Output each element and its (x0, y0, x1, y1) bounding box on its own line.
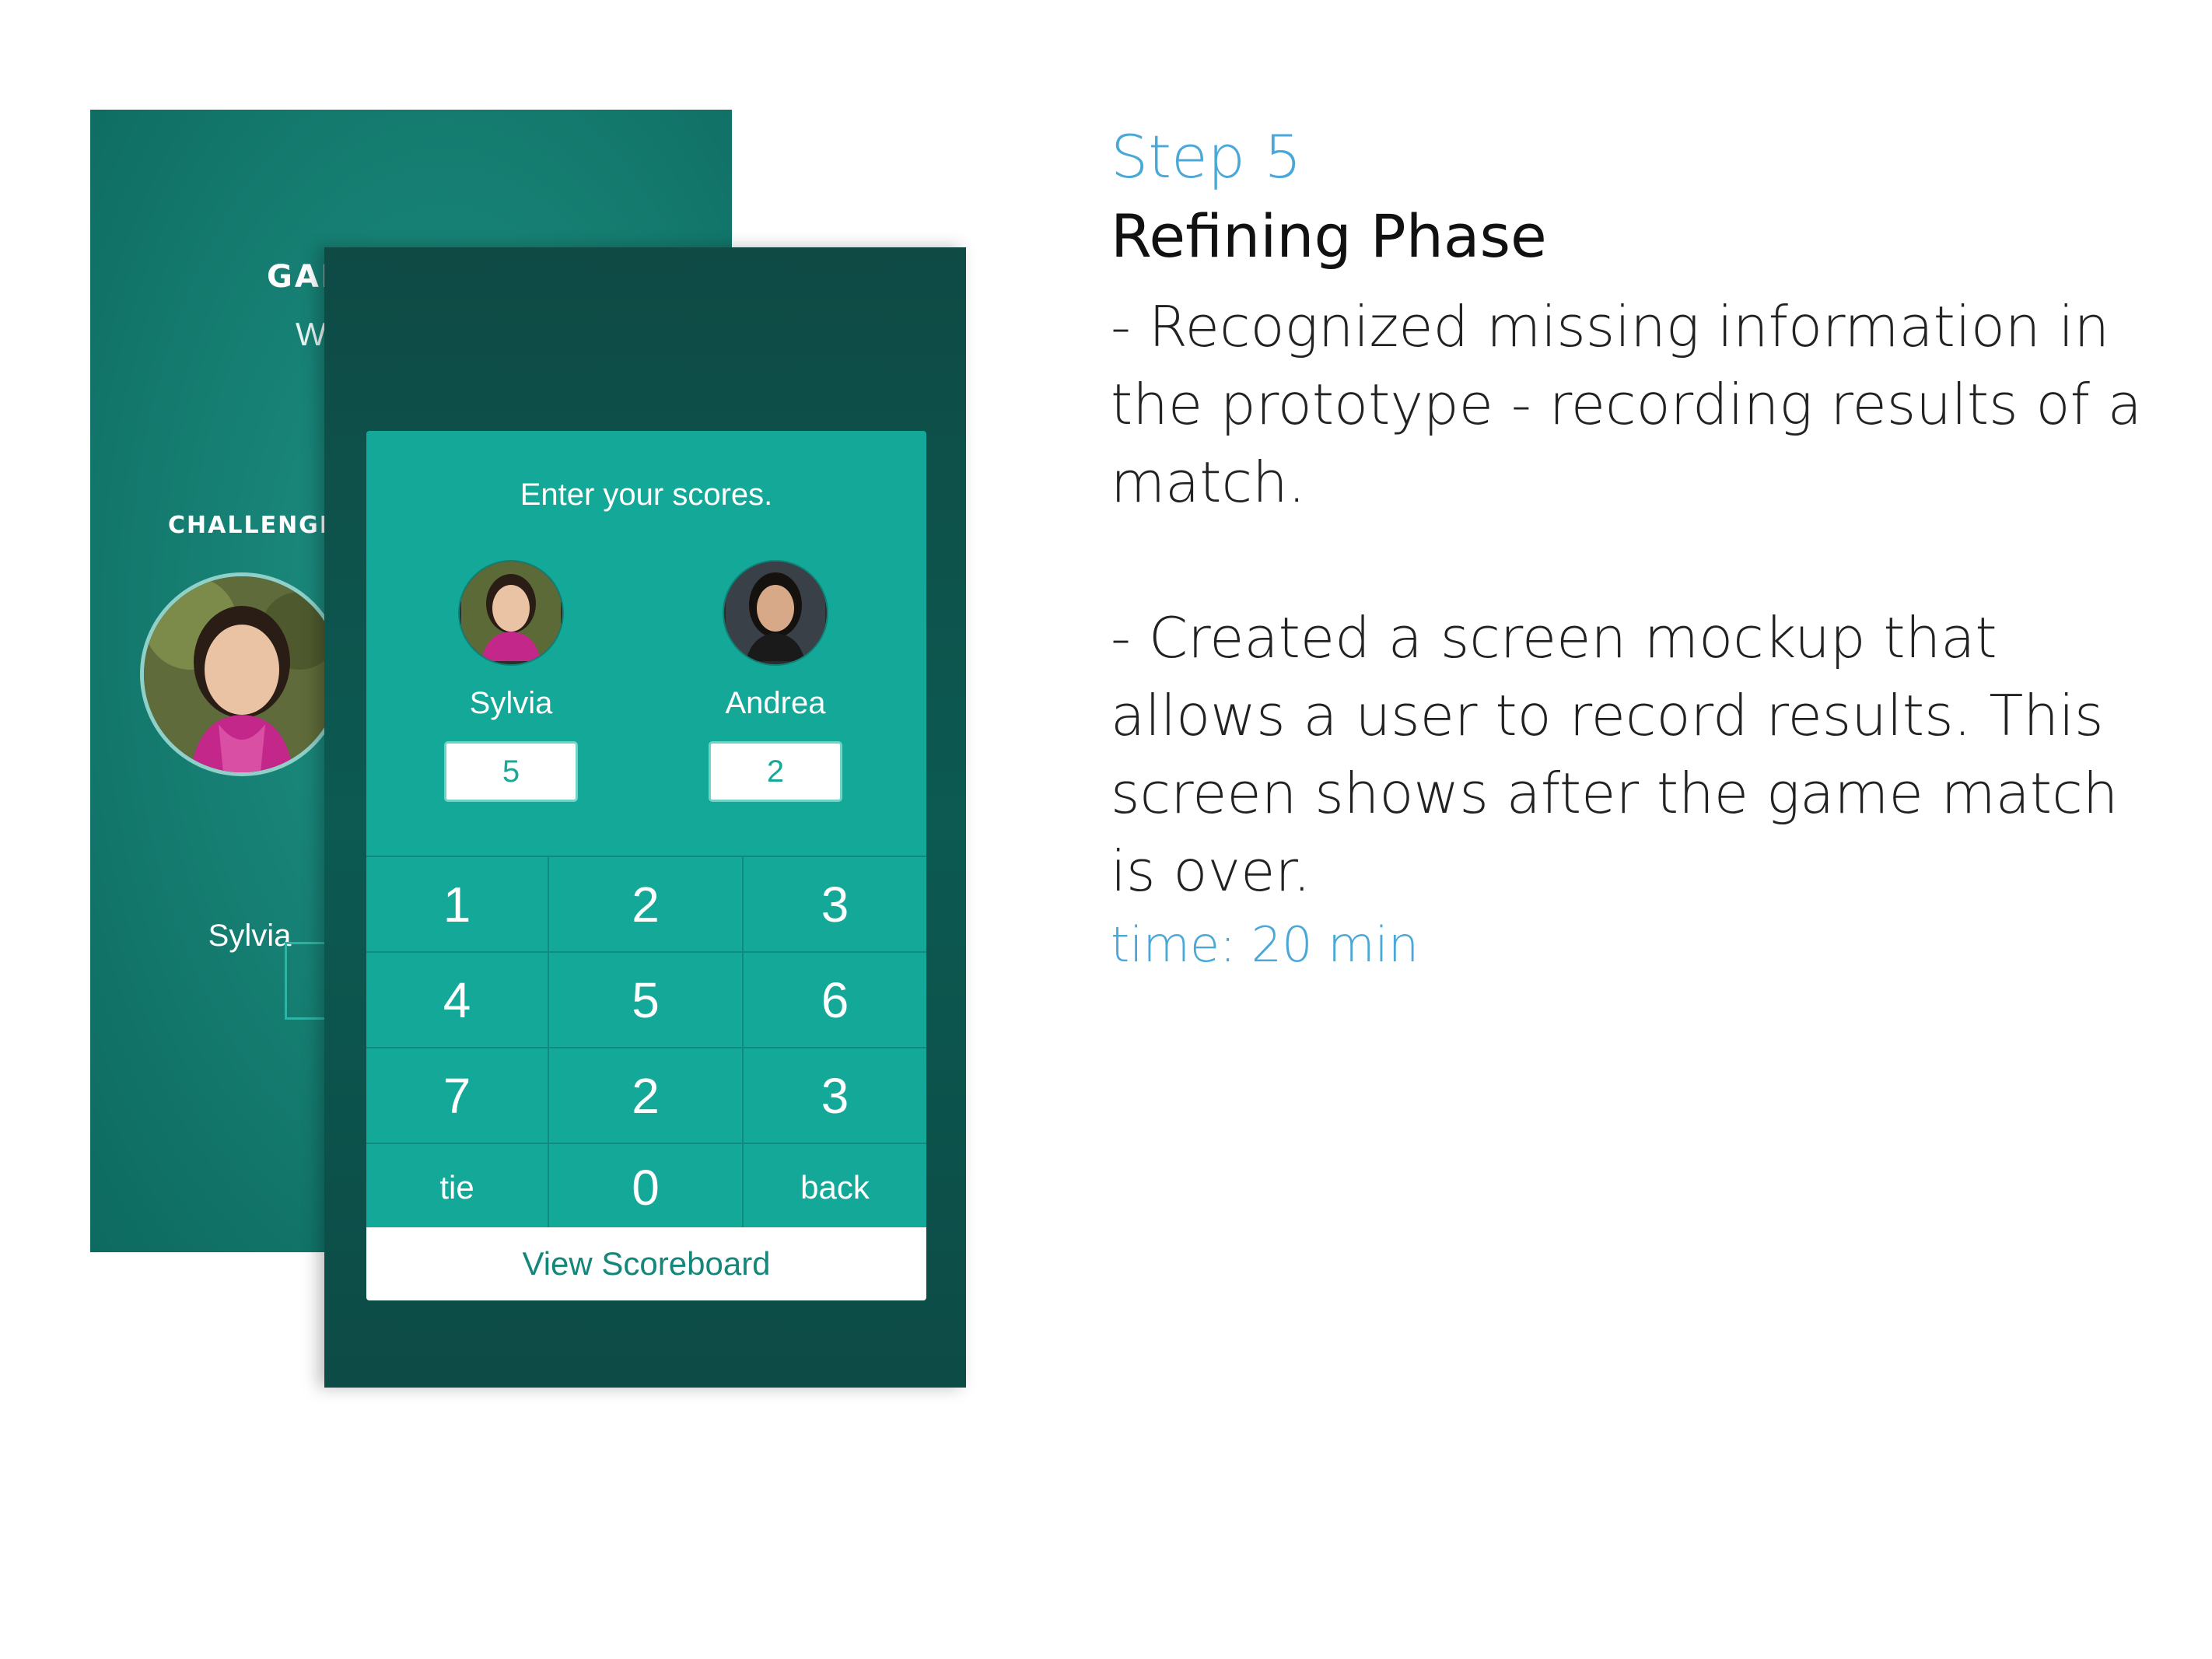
description-panel: Step 5 Refining Phase - Recognized missi… (1111, 117, 2145, 980)
score-entry-card: Enter your scores. Sylvia 5 Andrea 2 1 2… (366, 431, 926, 1300)
score-prompt: Enter your scores. (520, 478, 773, 512)
keypad-row: 7 2 3 (366, 1048, 926, 1144)
keypad-key[interactable]: 2 (549, 1048, 744, 1143)
time-label: time: 20 min (1111, 916, 1419, 973)
avatar (458, 560, 564, 666)
keypad-row: 4 5 6 (366, 953, 926, 1048)
tie-key[interactable]: tie (366, 1144, 549, 1231)
keypad-key[interactable]: 4 (366, 953, 549, 1047)
description-bullet: - Created a screen mockup that allows a … (1111, 605, 2119, 904)
keypad-key[interactable]: 5 (549, 953, 744, 1047)
keypad-key[interactable]: 6 (744, 953, 926, 1047)
keypad-row: tie 0 back (366, 1144, 926, 1231)
keypad-key[interactable]: 3 (744, 857, 926, 951)
player-andrea: Andrea 2 (674, 560, 877, 802)
keypad-row: 1 2 3 (366, 857, 926, 953)
score-entry-screen-mockup: Enter your scores. Sylvia 5 Andrea 2 1 2… (324, 247, 966, 1388)
keypad-key[interactable]: 3 (744, 1048, 926, 1143)
sylvia-photo-icon (144, 576, 340, 772)
andrea-photo-icon (726, 562, 825, 661)
keypad-key[interactable]: 0 (549, 1144, 744, 1231)
player-name: Sylvia (469, 686, 553, 720)
score-input-andrea[interactable]: 2 (709, 741, 842, 802)
sylvia-photo-icon (461, 562, 561, 661)
keypad-key[interactable]: 2 (549, 857, 744, 951)
view-scoreboard-button[interactable]: View Scoreboard (366, 1227, 926, 1300)
avatar (723, 560, 828, 666)
keypad-key[interactable]: 7 (366, 1048, 549, 1143)
number-keypad: 1 2 3 4 5 6 7 2 3 tie 0 back (366, 856, 926, 1231)
phase-title: Refining Phase (1111, 201, 1547, 271)
score-input-sylvia[interactable]: 5 (444, 741, 578, 802)
keypad-key[interactable]: 1 (366, 857, 549, 951)
step-label: Step 5 (1111, 122, 1302, 191)
back-key[interactable]: back (744, 1144, 926, 1231)
game-subtitle: W (296, 316, 327, 352)
player-sylvia: Sylvia 5 (410, 560, 612, 802)
challenger-label: CHALLENGE (168, 512, 338, 539)
player-name: Andrea (725, 686, 826, 720)
description-bullet: - Recognized missing information in the … (1111, 294, 2142, 515)
avatar (140, 572, 344, 776)
